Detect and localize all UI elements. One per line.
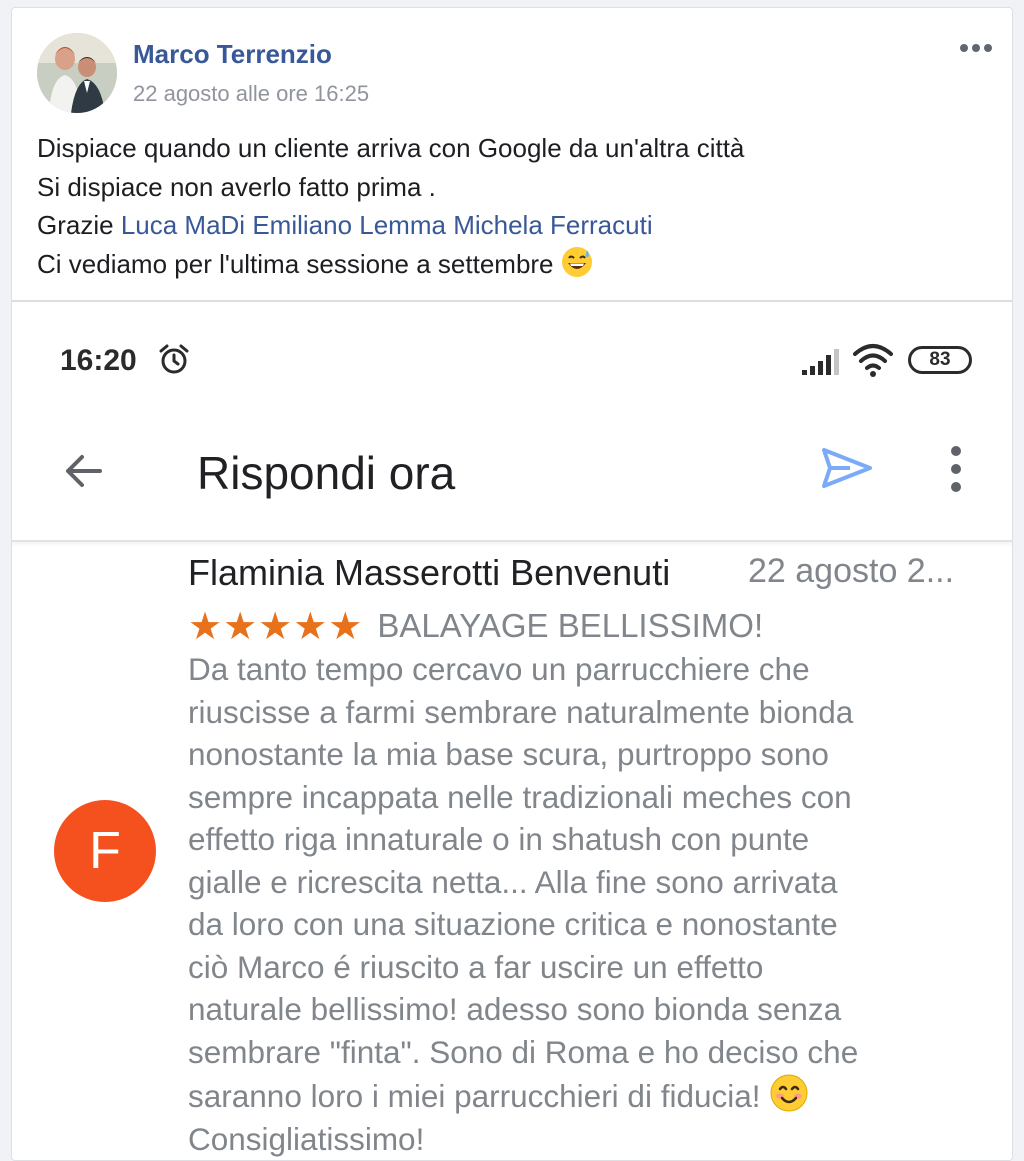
post-line-4: Ci vediamo per l'ultima sessione a sette… xyxy=(37,245,987,284)
review-screenshot[interactable]: 16:20 83 Rispondi ora F Flaminia Massero… xyxy=(12,302,1012,1160)
cell-signal-icon xyxy=(802,349,839,375)
review-line: sempre incappata nelle tradizionali mech… xyxy=(188,778,852,815)
alarm-clock-icon xyxy=(159,344,189,374)
post-line-1: Dispiace quando un cliente arriva con Go… xyxy=(37,133,745,163)
review-title: BALAYAGE BELLISSIMO! xyxy=(377,607,764,644)
review-line: gialle e ricrescita netta... Alla fine s… xyxy=(188,863,838,900)
reply-app-bar: Rispondi ora xyxy=(12,400,1012,542)
rating-row: ★★★★★ BALAYAGE BELLISSIMO! xyxy=(188,604,763,648)
review-line: ciò Marco é riuscito a far uscire un eff… xyxy=(188,948,764,985)
mention-michela-ferracuti[interactable]: Michela Ferracuti xyxy=(453,210,652,240)
post-line-4-text: Ci vediamo per l'ultima sessione a sette… xyxy=(37,248,554,279)
smiling-face-emoji xyxy=(770,1074,808,1112)
review-line: Da tanto tempo cercavo un parrucchiere c… xyxy=(188,651,810,687)
reviewer-avatar: F xyxy=(54,800,156,902)
page-title: Rispondi ora xyxy=(197,447,456,499)
author-avatar[interactable] xyxy=(37,33,117,113)
battery-indicator: 83 xyxy=(908,346,972,374)
send-icon[interactable] xyxy=(820,444,874,492)
wifi-icon xyxy=(853,344,893,377)
more-horizontal-icon[interactable] xyxy=(958,38,994,58)
review-line: saranno loro i miei parrucchieri di fidu… xyxy=(188,1078,761,1114)
more-vertical-icon[interactable] xyxy=(942,446,970,492)
review-body: Da tanto tempo cercavo un parrucchiere c… xyxy=(188,648,988,1160)
status-time: 16:20 xyxy=(60,344,137,377)
star-rating: ★★★★★ xyxy=(188,604,364,648)
review-line: nonostante la mia base scura, purtroppo … xyxy=(188,736,829,772)
review-line: effetto riga innaturale o in shatush con… xyxy=(188,821,810,857)
post-line-3: Grazie Luca MaDi Emiliano Lemma Michela … xyxy=(37,206,987,245)
review-line: da loro con una situazione critica e non… xyxy=(188,906,838,942)
mention-luca-madi[interactable]: Luca MaDi xyxy=(121,210,245,240)
review-line: Consigliatissimo! xyxy=(188,1120,425,1157)
reviewer-name: Flaminia Masserotti Benvenuti xyxy=(188,552,671,593)
post-timestamp[interactable]: 22 agosto alle ore 16:25 xyxy=(133,81,369,107)
post-body: Dispiace quando un cliente arriva con Go… xyxy=(37,129,987,283)
post-line-2: Si dispiace non averlo fatto prima . xyxy=(37,171,436,202)
facebook-post-card: Marco Terrenzio 22 agosto alle ore 16:25… xyxy=(11,7,1013,1161)
review-line-with-emoji: saranno loro i miei parrucchieri di fidu… xyxy=(188,1073,988,1118)
post-author-name[interactable]: Marco Terrenzio xyxy=(133,39,332,70)
mention-emiliano-lemma[interactable]: Emiliano Lemma xyxy=(252,210,446,240)
review-line: riuscisse a farmi sembrare naturalmente … xyxy=(188,693,854,730)
review-date: 22 agosto 2... xyxy=(748,552,955,590)
arrow-back-icon[interactable] xyxy=(60,448,106,494)
review-line: sembrare "finta". Sono di Roma e ho deci… xyxy=(188,1033,859,1070)
review-line: naturale bellissimo! adesso sono bionda … xyxy=(188,991,842,1027)
grinning-sweat-emoji xyxy=(561,246,592,277)
thanks-text: Grazie xyxy=(37,210,121,240)
